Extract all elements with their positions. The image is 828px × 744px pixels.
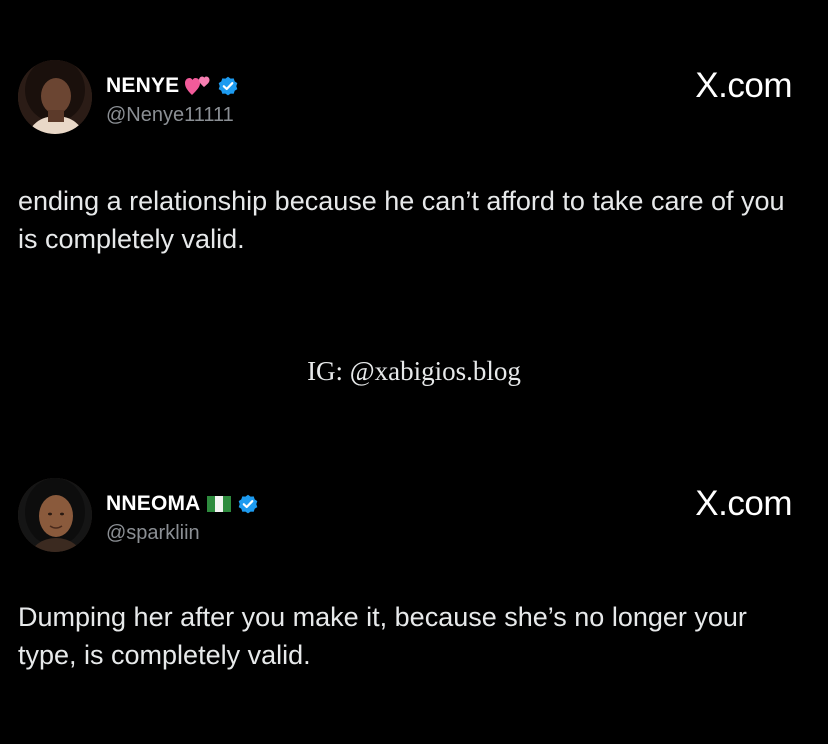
verified-badge-icon [237, 493, 259, 515]
handle[interactable]: @Nenye11111 [106, 104, 234, 127]
handle[interactable]: @sparkliin [106, 522, 200, 545]
name-row: NENYE [106, 74, 239, 98]
x-com-logo-text: X.com [695, 66, 792, 105]
avatar-image [18, 478, 92, 552]
tweet-text: ending a relationship because he can’t a… [18, 186, 785, 254]
name-row: NNEOMA [106, 492, 259, 516]
tweet-text: Dumping her after you make it, because s… [18, 602, 747, 670]
avatar[interactable] [18, 60, 92, 134]
verified-badge-icon [217, 75, 239, 97]
pink-hearts-icon [185, 75, 211, 97]
instagram-watermark: IG: @xabigios.blog [307, 356, 521, 386]
display-name[interactable]: NENYE [106, 74, 179, 98]
avatar-image [18, 60, 92, 134]
avatar[interactable] [18, 478, 92, 552]
display-name[interactable]: NNEOMA [106, 492, 201, 516]
x-com-logo-text: X.com [695, 484, 792, 523]
nigeria-flag-icon [206, 496, 231, 512]
